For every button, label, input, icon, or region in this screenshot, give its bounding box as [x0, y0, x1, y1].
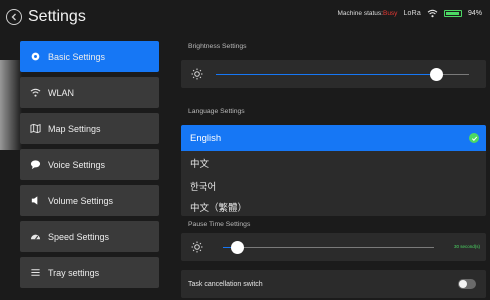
- settings-content: Brightness Settings Language Settings En…: [181, 34, 486, 298]
- pause-time-label: Pause Time Settings: [188, 221, 251, 228]
- language-option-english[interactable]: English: [181, 125, 486, 151]
- sun-icon: [191, 241, 203, 253]
- language-option-korean[interactable]: 한국어: [181, 174, 486, 197]
- task-cancel-panel: Task cancellation switch: [181, 270, 486, 298]
- battery-percent: 94%: [467, 10, 482, 17]
- check-icon: [469, 133, 479, 143]
- settings-sidebar: Basic Settings WLAN Map Settings Voice S…: [20, 41, 159, 293]
- sun-icon: [191, 68, 203, 80]
- brightness-label: Brightness Settings: [188, 43, 247, 50]
- brightness-slider-thumb[interactable]: [429, 67, 443, 81]
- wifi-icon: [30, 87, 41, 98]
- sidebar-item-map-settings[interactable]: Map Settings: [20, 113, 159, 144]
- sidebar-item-volume-settings[interactable]: Volume Settings: [20, 185, 159, 216]
- machine-status-label: Machine status:: [337, 10, 383, 17]
- back-arrow-icon[interactable]: [6, 9, 22, 25]
- task-cancel-toggle[interactable]: [458, 279, 476, 289]
- machine-status-value: Busy: [382, 10, 398, 17]
- sidebar-item-label: Voice Settings: [48, 159, 106, 170]
- language-option-label: 中文（繁體）: [190, 202, 248, 214]
- tray-icon: [30, 267, 41, 278]
- pause-time-slider-track[interactable]: [223, 246, 434, 248]
- sidebar-item-label: Speed Settings: [48, 231, 110, 242]
- sidebar-item-speed-settings[interactable]: Speed Settings: [20, 221, 159, 252]
- language-label: Language Settings: [188, 108, 245, 115]
- pause-time-slider-thumb[interactable]: [231, 240, 245, 254]
- status-bar: Machine status:Busy LoRa 94%: [337, 9, 482, 18]
- toggle-knob: [459, 280, 467, 288]
- machine-status: Machine status:Busy: [337, 10, 397, 17]
- sidebar-item-wlan[interactable]: WLAN: [20, 77, 159, 108]
- pause-time-slider-panel: 30 second(s): [181, 233, 486, 261]
- sidebar-item-tray-settings[interactable]: Tray settings: [20, 257, 159, 288]
- sidebar-item-label: WLAN: [48, 87, 75, 98]
- wifi-icon: [427, 9, 438, 18]
- lora-indicator: LoRa: [403, 10, 421, 17]
- brightness-slider-panel: [181, 60, 486, 88]
- sidebar-item-label: Map Settings: [48, 123, 101, 134]
- speedometer-icon: [30, 231, 41, 242]
- top-bar: Settings Machine status:Busy LoRa 94%: [0, 0, 490, 34]
- chat-bubble-icon: [30, 159, 41, 170]
- sidebar-item-voice-settings[interactable]: Voice Settings: [20, 149, 159, 180]
- language-option-label: English: [190, 132, 222, 144]
- sidebar-item-label: Volume Settings: [48, 195, 114, 206]
- language-option-label: 한국어: [190, 181, 217, 193]
- page-title: Settings: [28, 8, 86, 25]
- sidebar-item-label: Basic Settings: [48, 51, 106, 62]
- speaker-icon: [30, 195, 41, 206]
- brightness-slider-fill: [216, 73, 437, 75]
- sidebar-item-basic-settings[interactable]: Basic Settings: [20, 41, 159, 72]
- language-option-chinese-traditional[interactable]: 中文（繁體）: [181, 197, 486, 216]
- language-list: English 中文 한국어 中文（繁體）: [181, 125, 486, 216]
- language-option-chinese-simplified[interactable]: 中文: [181, 151, 486, 174]
- language-option-label: 中文: [190, 158, 210, 170]
- map-icon: [30, 123, 41, 134]
- task-cancel-label: Task cancellation switch: [188, 280, 263, 288]
- battery-icon: [443, 10, 462, 17]
- pause-time-value: 30 second(s): [453, 244, 480, 249]
- edge-artifact: [0, 60, 22, 150]
- battery-fill: [445, 12, 460, 15]
- sidebar-item-label: Tray settings: [48, 267, 100, 278]
- gear-icon: [30, 51, 41, 62]
